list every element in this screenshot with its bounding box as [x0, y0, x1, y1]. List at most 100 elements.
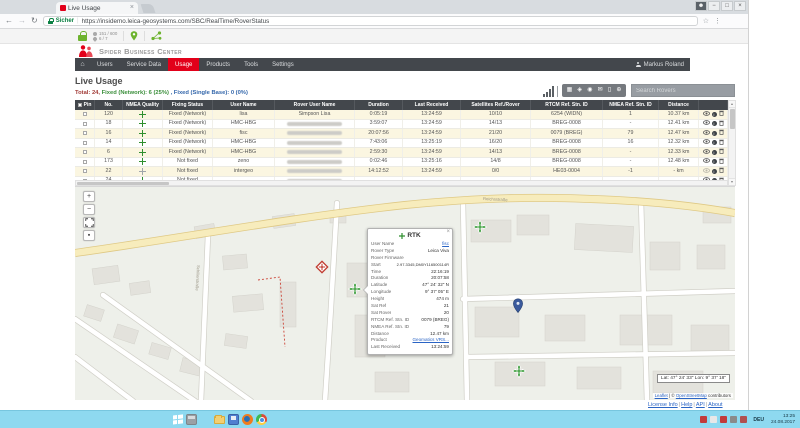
view-on-map-icon[interactable] — [703, 149, 710, 157]
scroll-up-icon[interactable]: ▲ — [729, 101, 735, 108]
taskbar-icon-firefox[interactable] — [242, 414, 253, 425]
scroll-down-icon[interactable]: ▼ — [729, 178, 735, 185]
row-checkbox[interactable] — [83, 112, 87, 116]
close-button[interactable]: × — [734, 1, 746, 11]
view-on-map-icon[interactable] — [703, 168, 710, 176]
license-lock-icon[interactable] — [78, 31, 87, 41]
popup-value-link[interactable]: Geomatics VRS... — [412, 337, 449, 342]
minimize-button[interactable]: − — [708, 1, 720, 11]
row-checkbox[interactable] — [83, 122, 87, 126]
table-row[interactable]: 6Fixed (Network)HMC-HBG2:59:3013:24:5914… — [75, 148, 728, 158]
table-row[interactable]: 22Not fixedintergeo14:12:5213:24:590/0HE… — [75, 167, 728, 177]
table-row[interactable]: 18Fixed (Network)HMC-HBG3:59:0713:24:591… — [75, 120, 728, 130]
start-button[interactable] — [172, 413, 183, 425]
table-row[interactable]: 120Fixed (Network)lisaSimpson Lisa0:05:1… — [75, 110, 728, 120]
target-icon[interactable]: ◈ — [577, 87, 582, 94]
info-icon[interactable]: i — [712, 140, 717, 145]
view-on-map-icon[interactable] — [703, 120, 710, 128]
row-checkbox[interactable] — [83, 160, 87, 164]
network-nodes-icon[interactable] — [151, 31, 162, 41]
user-menu[interactable]: Markus Roland — [636, 58, 690, 71]
taskbar-icon-save[interactable] — [228, 414, 239, 425]
tray-icon-3[interactable] — [720, 416, 727, 423]
red-rover-marker[interactable] — [316, 261, 327, 272]
leaflet-link[interactable]: Leaflet — [655, 393, 668, 398]
grid-icon[interactable]: ▦ — [567, 87, 573, 94]
footer-link-help[interactable]: Help — [681, 402, 692, 408]
taskbar-icon-app-window[interactable] — [186, 414, 197, 425]
zoom-out-button[interactable]: − — [83, 204, 95, 215]
delete-icon[interactable] — [719, 129, 724, 138]
zoom-in-button[interactable]: + — [83, 191, 95, 202]
view-on-map-icon[interactable] — [703, 111, 710, 119]
delete-icon[interactable] — [719, 158, 724, 167]
info-icon[interactable]: i — [712, 159, 717, 164]
globe-icon[interactable]: ⊕ — [616, 87, 621, 94]
nav-item-users[interactable]: Users — [90, 58, 120, 71]
search-input[interactable] — [631, 84, 735, 97]
info-icon[interactable]: i — [712, 131, 717, 136]
footer-link-about[interactable]: About — [708, 402, 722, 408]
home-icon[interactable]: ⌂ — [75, 58, 90, 71]
delete-icon[interactable] — [719, 139, 724, 148]
table-vertical-scrollbar[interactable]: ▲ ▼ — [728, 100, 736, 186]
map-canvas[interactable]: ReichsstraßeSchillerstraße + − ▪ × RTK — [75, 186, 735, 400]
pin-icon[interactable]: ◉ — [587, 87, 592, 94]
osm-link[interactable]: OpenStreetMap — [676, 393, 707, 398]
table-row[interactable]: 16Fixed (Network)fisc20:07:5613:24:5921/… — [75, 129, 728, 139]
bookmark-star-icon[interactable]: ☆ — [703, 17, 709, 25]
popup-close-icon[interactable]: × — [446, 229, 450, 236]
tray-icon-5[interactable] — [740, 416, 747, 423]
browser-menu-icon[interactable]: ⋮ — [714, 17, 721, 25]
delete-icon[interactable] — [719, 148, 724, 157]
footer-link-license-info[interactable]: License Info — [648, 402, 678, 408]
trash-icon[interactable]: ▯ — [608, 87, 611, 94]
nav-item-service-data[interactable]: Service Data — [120, 58, 168, 71]
view-on-map-icon[interactable] — [703, 158, 710, 166]
info-icon[interactable]: i — [712, 169, 717, 174]
url-field[interactable]: Sicher | https://insidemo.leica-geosyste… — [43, 16, 698, 26]
taskbar-icon-internet-explorer[interactable] — [200, 414, 211, 425]
delete-icon[interactable] — [719, 120, 724, 129]
popup-value-link[interactable]: fisc — [442, 241, 449, 246]
nav-item-settings[interactable]: Settings — [265, 58, 301, 71]
browser-tab[interactable]: Live Usage × — [56, 2, 138, 14]
chat-icon[interactable]: ✉ — [598, 87, 603, 94]
taskbar-clock[interactable]: 13:25 24.08.2017 — [771, 414, 795, 425]
select-all-checkbox[interactable] — [78, 103, 82, 107]
taskbar-icon-chrome[interactable] — [256, 414, 267, 425]
delete-icon[interactable] — [719, 167, 724, 176]
table-row[interactable]: 173Not fixedzeno0:02:4613:25:1614/8BREG-… — [75, 158, 728, 168]
row-checkbox[interactable] — [83, 141, 87, 145]
home-extent-button[interactable]: ▪ — [83, 230, 95, 241]
delete-icon[interactable] — [719, 110, 724, 119]
row-checkbox[interactable] — [83, 131, 87, 135]
new-tab-button[interactable] — [141, 4, 156, 13]
nav-item-products[interactable]: Products — [199, 58, 237, 71]
tray-icon-2[interactable] — [710, 416, 717, 423]
language-indicator[interactable]: DEU — [753, 417, 764, 423]
info-icon[interactable]: i — [712, 121, 717, 126]
reference-pin-icon[interactable] — [130, 31, 138, 41]
fullscreen-button[interactable] — [83, 217, 95, 228]
nav-item-usage[interactable]: Usage — [168, 58, 199, 71]
table-row[interactable]: 14Fixed (Network)HMC-HBG7:43:0613:25:191… — [75, 139, 728, 149]
row-checkbox[interactable] — [83, 169, 87, 173]
signal-strength-icon[interactable] — [543, 86, 559, 97]
maximize-button[interactable]: □ — [721, 1, 733, 11]
row-checkbox[interactable] — [83, 150, 87, 154]
vscroll-thumb[interactable] — [730, 109, 735, 129]
hscroll-thumb[interactable] — [77, 182, 169, 185]
forward-icon[interactable]: → — [18, 17, 26, 25]
view-on-map-icon[interactable] — [703, 130, 710, 138]
info-icon[interactable]: i — [712, 150, 717, 155]
info-icon[interactable]: i — [712, 112, 717, 117]
tray-icon-1[interactable] — [700, 416, 707, 423]
taskbar-icon-folder[interactable] — [214, 416, 225, 424]
view-on-map-icon[interactable] — [703, 139, 710, 147]
profile-icon[interactable]: ☻ — [695, 1, 707, 11]
tab-close-icon[interactable]: × — [130, 5, 134, 11]
footer-link-api[interactable]: API — [696, 402, 705, 408]
nav-item-tools[interactable]: Tools — [237, 58, 265, 71]
reload-icon[interactable]: ↻ — [31, 17, 38, 25]
